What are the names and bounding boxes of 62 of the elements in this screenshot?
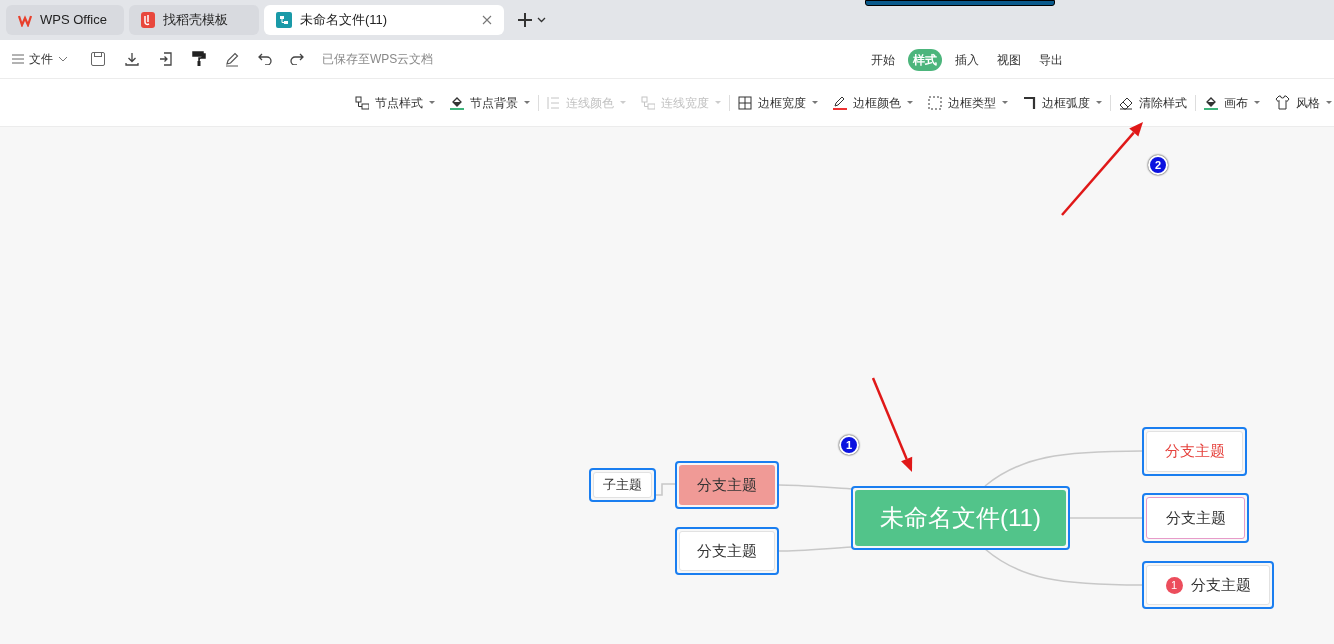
shirt-icon [1275,95,1290,110]
caret-icon [812,101,818,104]
file-menu-button[interactable]: 文件 [12,50,68,68]
lines-icon [547,95,560,110]
paint-bucket-icon [1204,95,1218,110]
paint-bucket-icon [450,95,464,110]
eraser-icon [1119,95,1133,110]
topic-node[interactable]: 分支主题 [675,461,779,509]
toolbar-button[interactable]: 边框类型 [928,93,1008,112]
caret-icon [1326,101,1332,104]
toolbar-button[interactable]: 边框弧度 [1023,93,1102,112]
format-painter-icon[interactable] [192,51,206,67]
toolbar-button[interactable]: 节点样式 [355,93,435,112]
redo-icon[interactable] [290,53,304,65]
pen-icon [833,95,847,110]
document-tab[interactable]: 未命名文件(11) [264,5,504,35]
toolbar-button[interactable]: 边框颜色 [833,93,913,112]
toolbar-button[interactable]: 节点背景 [450,93,530,112]
corner-icon [1023,95,1036,110]
document-tab[interactable]: 找稻壳模板 [129,5,259,35]
save-icon[interactable] [90,51,106,67]
dashed-square-icon [928,95,942,110]
template-logo-icon [141,12,155,28]
priority-marker: 1 [1165,576,1183,594]
caret-icon [1096,101,1102,104]
undo-icon[interactable] [258,53,272,65]
topic-node[interactable]: 分支主题 [675,527,779,575]
pencil-icon[interactable] [224,51,240,67]
topic-node[interactable]: 子主题 [589,468,656,502]
toolbar-button[interactable]: 清除样式 [1119,93,1187,112]
toolbar-button[interactable]: 边框宽度 [738,93,818,112]
topic-node[interactable]: 分支主题 [1142,493,1249,543]
caret-icon [429,101,435,104]
plus-icon[interactable] [517,12,533,28]
connector-line [654,483,677,496]
caret-icon [1254,101,1260,104]
node-style-icon [641,95,655,110]
caret-icon [524,101,530,104]
menu-icon [12,54,24,64]
caret-icon [1002,101,1008,104]
menu-tab[interactable]: 开始 [866,49,900,71]
caret-icon [715,101,721,104]
menu-tab[interactable]: 视图 [992,49,1026,71]
caret-icon [907,101,913,104]
document-tab[interactable]: WPS Office [6,5,124,35]
menu-tab[interactable]: 插入 [950,49,984,71]
save-status: 已保存至WPS云文档 [322,51,434,68]
chevron-down-icon [58,56,68,62]
node-style-icon [355,95,369,110]
export-icon[interactable] [158,51,174,67]
mind-map-file-icon [276,12,292,28]
menu-tab[interactable]: 导出 [1034,49,1068,71]
download-icon[interactable] [124,51,140,67]
topic-node[interactable]: 分支主题 [1142,427,1247,476]
caret-icon [620,101,626,104]
topic-node[interactable]: 1 分支主题 [1142,561,1274,609]
close-icon[interactable] [482,15,492,25]
grid-icon [738,95,752,110]
toolbar-button[interactable]: 风格 [1275,93,1332,112]
toolbar-button[interactable]: 画布 [1204,93,1260,112]
wps-logo-icon [18,13,32,27]
chevron-down-icon[interactable] [537,17,546,23]
